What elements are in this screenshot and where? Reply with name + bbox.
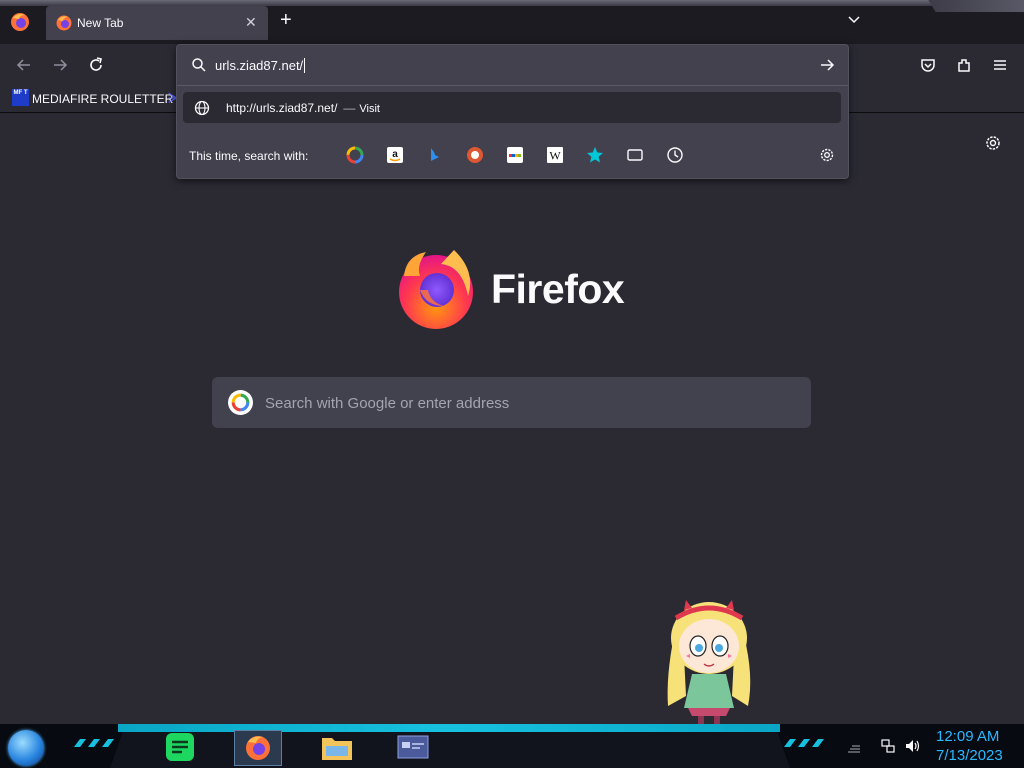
extensions-icon[interactable] xyxy=(954,55,974,75)
clock-time[interactable]: 12:09 AM xyxy=(936,728,999,745)
history-icon[interactable] xyxy=(666,146,684,164)
mediafire-bookmark-icon: MF T xyxy=(12,89,29,106)
svg-text:W: W xyxy=(549,149,561,163)
taskbar-glow-strip xyxy=(118,724,780,732)
bookmarks-star-icon[interactable] xyxy=(586,146,604,164)
urlbar-result-visit[interactable]: http://urls.ziad87.net/— Visit xyxy=(183,92,841,123)
taskbar-app-window-icon[interactable] xyxy=(390,730,436,764)
google-icon[interactable] xyxy=(346,146,364,164)
tab-new-tab[interactable]: New Tab ✕ xyxy=(46,6,268,40)
firefox-menu-icon[interactable] xyxy=(10,12,30,32)
personalize-gear-icon[interactable] xyxy=(984,134,1002,152)
cartoon-character-sticker xyxy=(667,600,751,724)
taskbar-file-explorer-icon[interactable] xyxy=(314,730,360,764)
google-g-icon xyxy=(228,390,253,415)
taskbar-chevrons-left-icon xyxy=(74,739,114,747)
tray-overflow-icon[interactable] xyxy=(846,738,862,754)
one-off-search-label: This time, search with: xyxy=(189,149,309,163)
taskbar-center-band xyxy=(110,730,790,768)
back-icon[interactable] xyxy=(14,55,34,75)
tab-close-icon[interactable]: ✕ xyxy=(245,14,257,31)
bing-icon[interactable] xyxy=(426,146,444,164)
search-settings-gear-icon[interactable] xyxy=(818,146,836,164)
network-icon[interactable] xyxy=(880,738,896,754)
clock-date[interactable]: 7/13/2023 xyxy=(936,747,1003,764)
window-corner-decoration xyxy=(928,0,1024,12)
hamburger-menu-icon[interactable] xyxy=(990,55,1010,75)
go-arrow-icon[interactable] xyxy=(819,57,835,73)
urlbar-panel: urls.ziad87.net/ http://urls.ziad87.net/… xyxy=(176,44,849,179)
firefox-favicon-icon xyxy=(56,15,72,31)
bookmark-mediafire-roulette[interactable]: MEDIAFIRE ROULETTER xyxy=(32,92,173,106)
newtab-search-box[interactable]: Search with Google or enter address xyxy=(212,377,811,428)
taskbar-firefox-icon[interactable] xyxy=(234,730,282,766)
ebay-icon[interactable] xyxy=(506,146,524,164)
search-icon xyxy=(192,58,206,72)
tab-title: New Tab xyxy=(77,16,124,30)
forward-icon[interactable] xyxy=(50,55,70,75)
svg-text:a: a xyxy=(392,149,398,160)
wikipedia-icon[interactable]: W xyxy=(546,146,564,164)
taskbar-chevrons-right-icon xyxy=(784,739,824,747)
result-url-text: http://urls.ziad87.net/— Visit xyxy=(226,101,380,115)
pocket-icon[interactable] xyxy=(918,55,938,75)
volume-icon[interactable] xyxy=(904,738,920,754)
reload-icon[interactable] xyxy=(86,55,106,75)
amazon-icon[interactable]: a xyxy=(386,146,404,164)
taskbar-spotify-icon[interactable] xyxy=(158,730,204,764)
duckduckgo-icon[interactable] xyxy=(466,146,484,164)
start-button[interactable] xyxy=(8,730,44,766)
text-caret xyxy=(304,58,306,73)
urlbar[interactable]: urls.ziad87.net/ xyxy=(177,45,848,86)
new-tab-button[interactable]: + xyxy=(280,10,292,30)
tabs-icon[interactable] xyxy=(626,146,644,164)
list-all-tabs-icon[interactable] xyxy=(846,12,862,28)
globe-icon xyxy=(194,100,210,116)
url-input[interactable]: urls.ziad87.net/ xyxy=(215,58,306,73)
firefox-logo xyxy=(399,250,473,329)
firefox-wordmark: Firefox xyxy=(491,266,625,312)
search-placeholder: Search with Google or enter address xyxy=(265,395,510,412)
